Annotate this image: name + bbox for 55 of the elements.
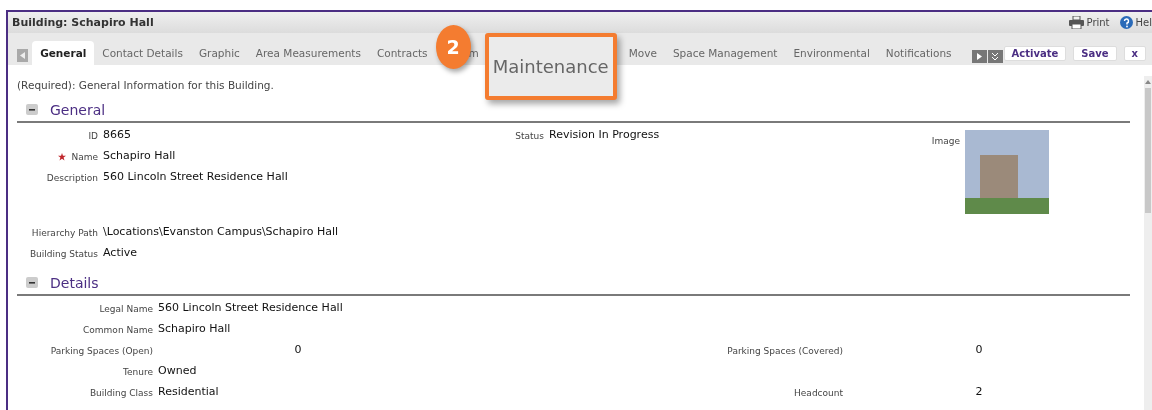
field-label: Name	[71, 152, 98, 162]
field-label: Headcount	[794, 388, 843, 398]
left-arrow-icon	[20, 52, 26, 59]
field-label: Status	[515, 131, 544, 141]
field-label: Image	[930, 135, 960, 146]
field-value: Residential	[158, 385, 220, 398]
field-value: Owned	[158, 364, 198, 377]
section-title: Details	[50, 274, 99, 291]
field-value: Revision In Progress	[549, 128, 661, 141]
more-tabs-icon[interactable]	[987, 50, 1003, 63]
tab[interactable]: Graphic	[190, 41, 248, 65]
tab[interactable]: Contracts	[368, 41, 436, 65]
section-title: General	[50, 101, 106, 118]
collapse-icon[interactable]	[26, 277, 38, 288]
field-value: \Locations\Evanston Campus\Schapiro Hall	[103, 225, 340, 238]
print-link[interactable]: Print	[1068, 16, 1110, 29]
close-button[interactable]: x	[1123, 45, 1146, 61]
tab[interactable]: Move	[620, 41, 665, 65]
field-label: Description	[46, 173, 98, 183]
tab[interactable]: Area Measurements	[247, 41, 369, 65]
field-label: Parking Spaces (Covered)	[727, 346, 843, 356]
printer-icon	[1068, 16, 1084, 29]
field-label: Parking Spaces (Open)	[50, 346, 153, 356]
next-tab-icon[interactable]	[971, 50, 987, 63]
field-label: ID	[88, 131, 98, 141]
field-value: Schapiro Hall	[103, 149, 177, 162]
field-label: Hierarchy Path	[31, 228, 98, 238]
tab[interactable]: General	[32, 41, 95, 65]
tab[interactable]: Space Management	[664, 41, 786, 65]
field-label: Legal Name	[99, 304, 153, 314]
field-value: Active	[103, 246, 139, 259]
help-icon	[1119, 16, 1133, 29]
field-value: 2	[974, 385, 984, 398]
intro-text: (Required): General Information for this Building.	[17, 79, 275, 91]
window-title: Building: Schapiro Hall	[12, 16, 155, 29]
field-value: 560 Lincoln Street Residence Hall	[103, 170, 289, 183]
tab[interactable]: Contact Details	[94, 41, 191, 65]
field-value: 0	[293, 343, 303, 356]
help-link[interactable]: Hel	[1119, 16, 1152, 29]
field-value: 560 Lincoln Street Residence Hall	[158, 301, 344, 314]
highlighted-tab-callout: Maintenance	[484, 33, 617, 100]
field-label: Building Status	[29, 249, 98, 259]
step-number-badge: 2	[435, 25, 471, 69]
collapse-icon[interactable]	[26, 104, 38, 115]
field-value: Schapiro Hall	[158, 322, 232, 335]
tab[interactable]: Environmental	[785, 41, 878, 65]
field-label: Tenure	[123, 367, 153, 377]
field-value: 8665	[103, 128, 132, 141]
field-label: Common Name	[83, 325, 153, 335]
field-value: 0	[974, 343, 984, 356]
action-button[interactable]: Activate	[1003, 45, 1067, 61]
tab[interactable]: Notifications	[877, 41, 960, 65]
action-button[interactable]: Save	[1073, 45, 1117, 61]
field-label: Building Class	[89, 388, 153, 398]
scrollbar[interactable]	[1144, 76, 1152, 410]
